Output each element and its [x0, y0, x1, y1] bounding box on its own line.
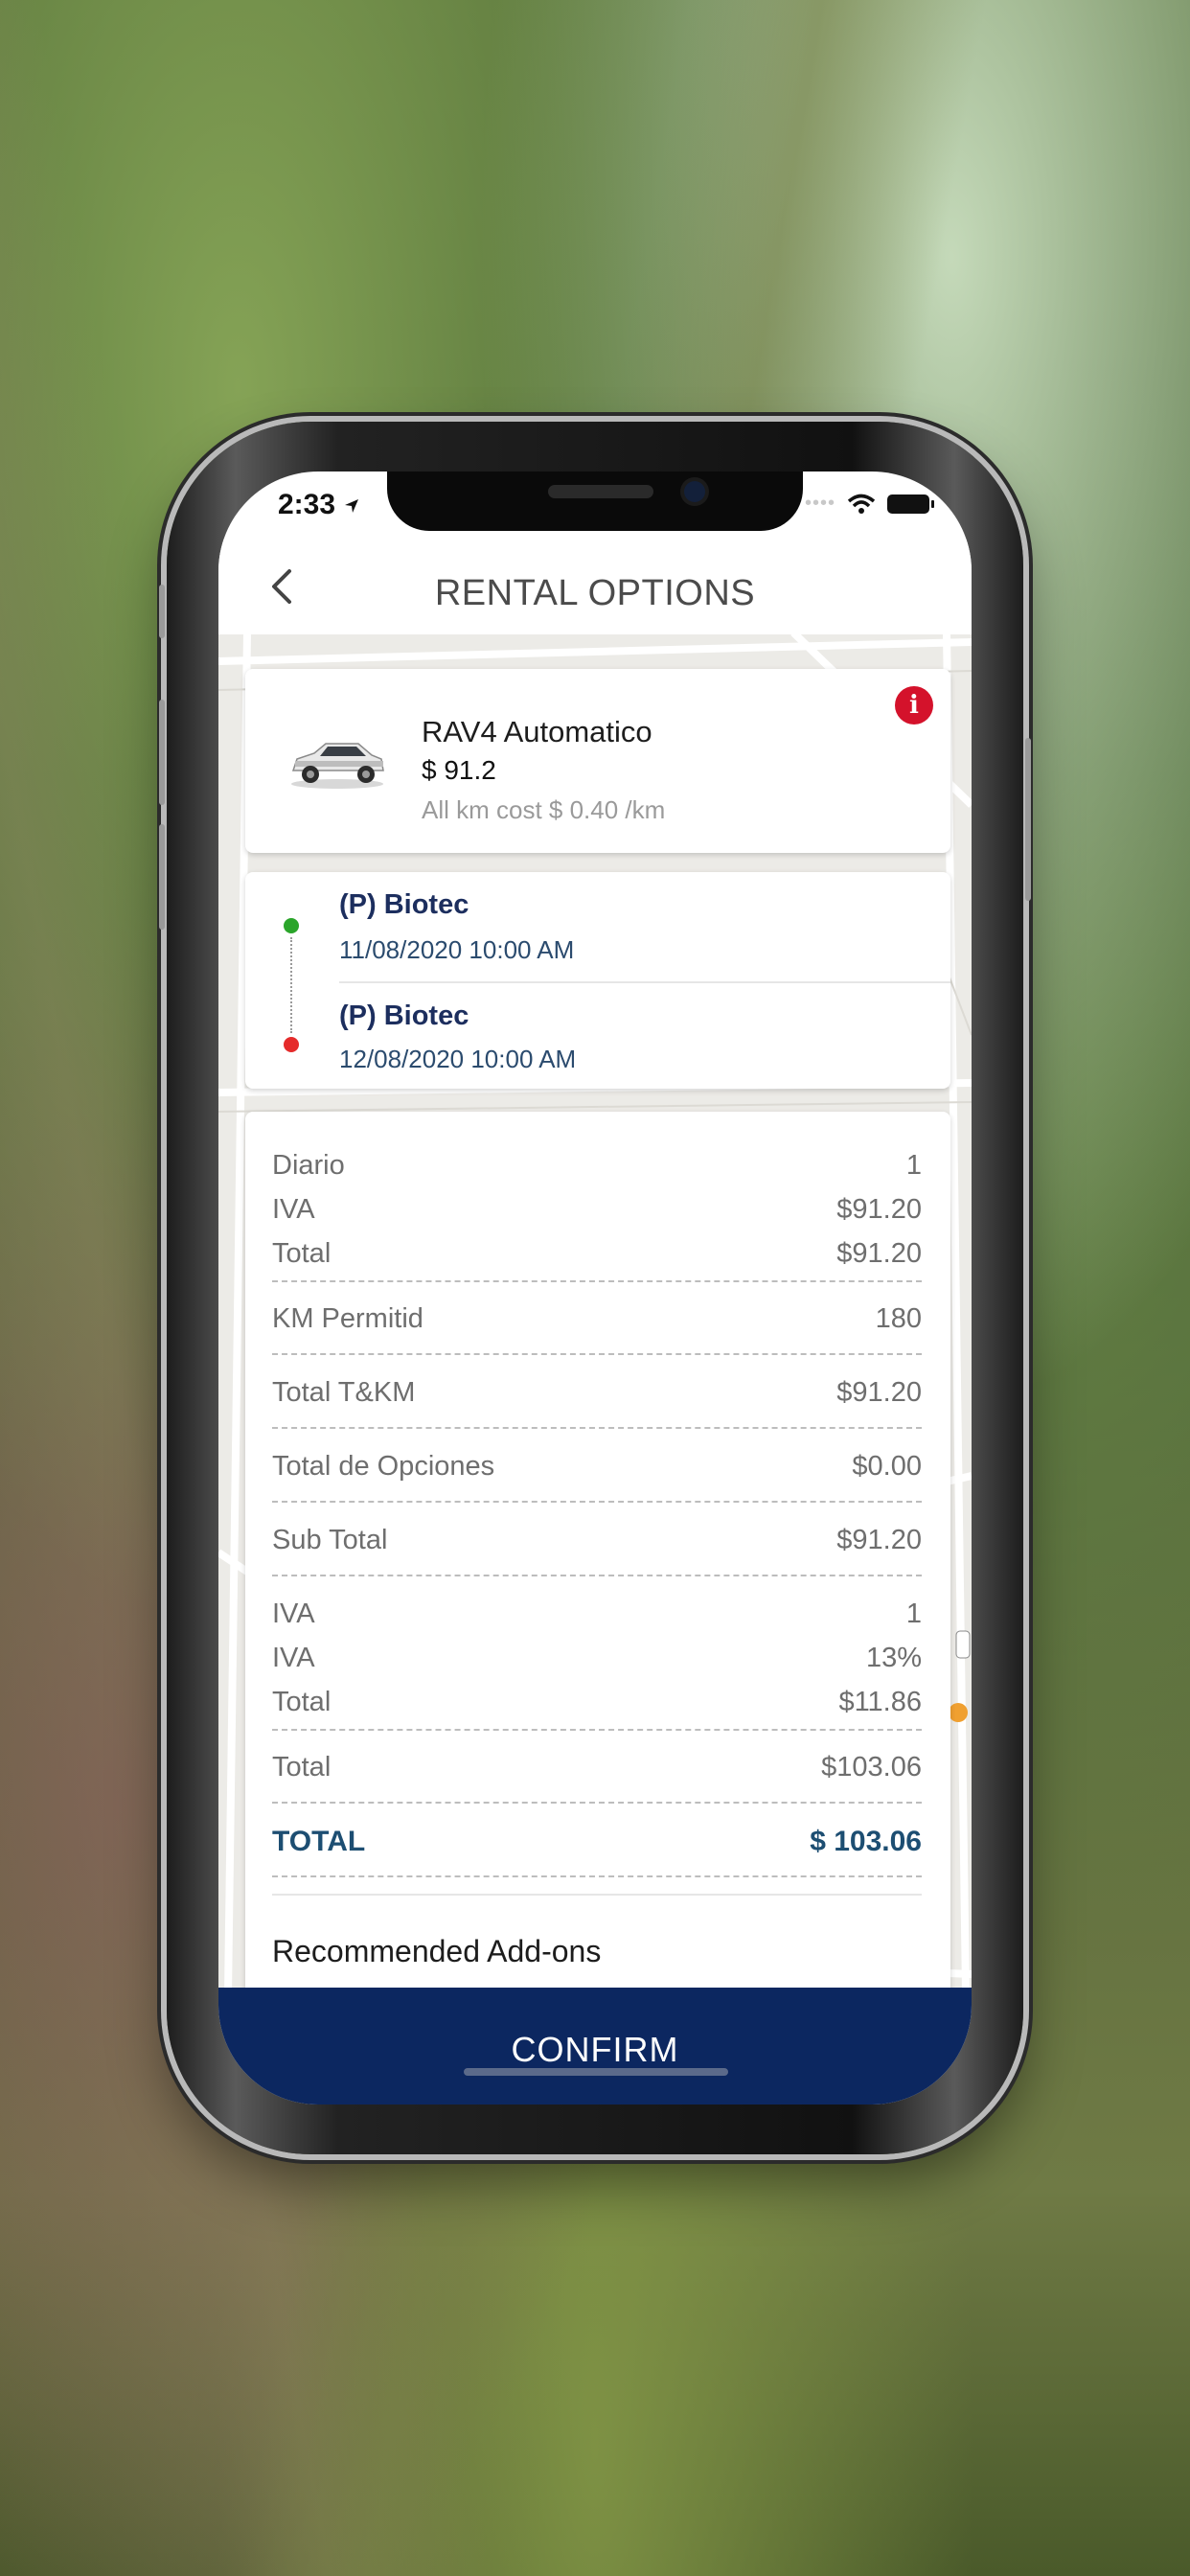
- route-card: (P) Biotec 11/08/2020 10:00 AM (P) Biote…: [245, 872, 950, 1089]
- dashed-divider: [272, 1501, 922, 1503]
- pickup-location[interactable]: (P) Biotec: [339, 889, 469, 921]
- dashed-divider: [272, 1729, 922, 1731]
- dropoff-dot: [284, 1037, 299, 1052]
- vehicle-card[interactable]: RAV4 Automatico $ 91.2 All km cost $ 0.4…: [245, 669, 950, 853]
- vehicle-km-cost: All km cost $ 0.40 /km: [422, 795, 666, 824]
- dashed-divider: [272, 1353, 922, 1355]
- price-summary-card: Diario 1 IVA $91.20 Total $91.20 KM Permiti…: [245, 1112, 950, 2012]
- nav-bar: RENTAL OPTIONS: [218, 539, 972, 634]
- pickup-date: 11/08/2020 10:00 AM: [339, 935, 575, 964]
- phone-frame: 2:33 •••• RENTAL OPTIONS RAV4 Automatico…: [159, 422, 1031, 2154]
- dashed-divider: [272, 1802, 922, 1804]
- confirm-button[interactable]: CONFIRM: [218, 1988, 972, 2104]
- dashed-divider: [272, 1575, 922, 1576]
- power-button: [1025, 738, 1031, 901]
- dashed-divider: [272, 1280, 922, 1282]
- dashed-divider: [272, 1427, 922, 1429]
- volume-up-button: [159, 700, 165, 805]
- location-arrow-icon: [345, 499, 359, 514]
- vehicle-name: RAV4 Automatico: [422, 715, 652, 748]
- page-title: RENTAL OPTIONS: [434, 573, 756, 613]
- front-camera: [684, 481, 705, 502]
- dropoff-location[interactable]: (P) Biotec: [339, 1000, 469, 1032]
- phone-screen: 2:33 •••• RENTAL OPTIONS RAV4 Automatico…: [218, 472, 972, 2104]
- status-time: 2:33: [278, 489, 360, 521]
- info-icon[interactable]: i: [895, 686, 933, 724]
- route-connector: [290, 937, 292, 1033]
- home-indicator[interactable]: [464, 2068, 728, 2076]
- confirm-label: CONFIRM: [511, 2030, 679, 2069]
- volume-down-button: [159, 824, 165, 930]
- dropoff-date: 12/08/2020 10:00 AM: [339, 1045, 577, 1073]
- battery-icon: [887, 494, 934, 514]
- car-image: [291, 743, 384, 789]
- mute-switch: [159, 585, 165, 638]
- vehicle-price: $ 91.2: [422, 755, 496, 785]
- recommended-addons-heading: Recommended Add-ons: [272, 1934, 602, 1968]
- status-icons: ••••: [804, 493, 934, 515]
- notch: [387, 472, 803, 531]
- route-divider: [339, 981, 950, 983]
- wifi-icon: [847, 494, 876, 514]
- dashed-divider: [272, 1875, 922, 1877]
- signal-icon: ••••: [804, 493, 835, 514]
- section-divider: [272, 1894, 922, 1896]
- speaker: [548, 485, 653, 498]
- pickup-dot: [284, 918, 299, 933]
